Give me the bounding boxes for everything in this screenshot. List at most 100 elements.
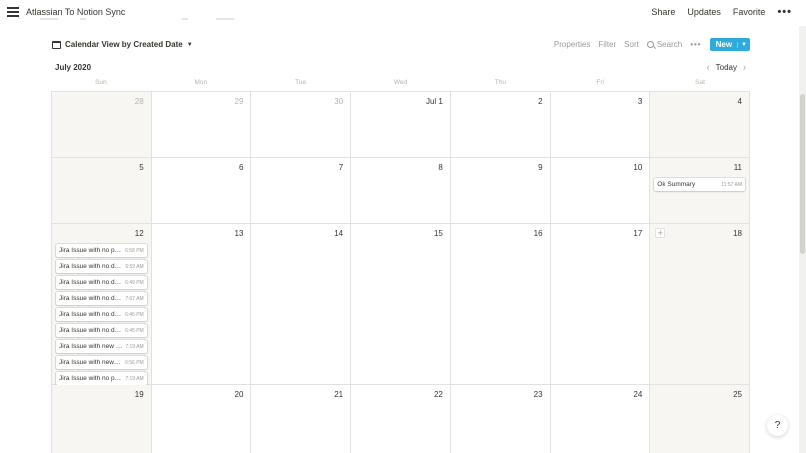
new-button[interactable]: New ▼ bbox=[709, 38, 750, 51]
event-title: Jira Issue with no de... bbox=[59, 279, 123, 286]
filter-button[interactable]: Filter bbox=[598, 40, 616, 49]
event-title: Jira Issue with new r... bbox=[59, 359, 123, 366]
calendar-day-cell[interactable]: 15 bbox=[351, 224, 451, 385]
event-time: 7:07 AM bbox=[125, 295, 144, 302]
day-number: 10 bbox=[633, 163, 643, 172]
chevron-right-icon[interactable]: › bbox=[743, 62, 746, 72]
sort-button[interactable]: Sort bbox=[624, 40, 639, 49]
calendar-day-cell[interactable]: 5 bbox=[52, 158, 152, 224]
calendar-day-cell[interactable]: 24 bbox=[550, 385, 651, 453]
day-number: 4 bbox=[737, 97, 742, 106]
day-number: 23 bbox=[533, 390, 543, 399]
help-button[interactable]: ? bbox=[767, 415, 788, 436]
event-card[interactable]: Jira Issue with no de... 6:59 AM bbox=[56, 260, 147, 273]
properties-button[interactable]: Properties bbox=[554, 40, 590, 49]
calendar-day-cell[interactable]: 29 bbox=[151, 92, 252, 158]
view-more-icon[interactable]: ••• bbox=[690, 40, 701, 49]
calendar-day-cell[interactable]: 22 bbox=[351, 385, 451, 453]
favorite-button[interactable]: Favorite bbox=[733, 7, 766, 17]
search-label: Search bbox=[656, 40, 683, 49]
event-card[interactable]: Jira Issue with no pri... 6:58 PM bbox=[56, 244, 147, 257]
month-title: July 2020 bbox=[55, 63, 92, 72]
calendar-day-cell[interactable]: 7 bbox=[251, 158, 352, 224]
add-event-button[interactable]: + bbox=[655, 228, 666, 238]
day-number: 24 bbox=[633, 390, 643, 399]
event-card[interactable]: Jira Issue with no pri... 7:19 AM bbox=[56, 372, 147, 385]
calendar-day-cell[interactable]: 13 bbox=[151, 224, 252, 385]
event-time: 11:57 AM bbox=[721, 181, 742, 188]
view-selector[interactable]: Calendar View by Created Date ▼ bbox=[52, 40, 193, 49]
event-time: 6:46 PM bbox=[125, 311, 144, 318]
month-navigation: ‹ Today › bbox=[707, 62, 746, 72]
calendar-day-cell[interactable]: 9 bbox=[450, 158, 551, 224]
event-card[interactable]: Jira Issue with no de... 6:45 PM bbox=[56, 324, 147, 337]
day-number: 8 bbox=[438, 163, 443, 172]
updates-button[interactable]: Updates bbox=[687, 7, 721, 17]
event-time: 7:19 AM bbox=[125, 375, 144, 382]
event-title: Jira Issue with no de... bbox=[59, 295, 123, 302]
day-number: Jul 1 bbox=[425, 97, 443, 106]
weekday-label: Wed bbox=[393, 79, 408, 86]
calendar-day-cell[interactable]: Jul 1 bbox=[351, 92, 451, 158]
day-number: 16 bbox=[533, 229, 543, 238]
day-number: 15 bbox=[433, 229, 443, 238]
event-card[interactable]: Ok Summary 11:57 AM bbox=[654, 178, 745, 191]
scrollbar[interactable] bbox=[799, 26, 806, 453]
more-icon[interactable]: ••• bbox=[777, 6, 792, 17]
calendar-day-cell[interactable]: 6 bbox=[151, 158, 252, 224]
event-card[interactable]: Jira Issue with no de... 6:46 PM bbox=[56, 308, 147, 321]
event-title: Jira Issue with no pri... bbox=[59, 247, 123, 254]
day-number: 30 bbox=[334, 97, 344, 106]
calendar-grid: 28 29 30 Jul 1 2 3 4 5 6 7 8 9 10 11 Ok Summary 11:57 A… bbox=[51, 91, 750, 453]
calendar-day-cell[interactable]: 16 bbox=[450, 224, 551, 385]
day-number: 29 bbox=[234, 97, 244, 106]
event-card[interactable]: Jira Issue with no de... 7:07 AM bbox=[56, 292, 147, 305]
menu-icon[interactable] bbox=[7, 6, 19, 17]
event-list: Ok Summary 11:57 AM bbox=[654, 178, 745, 191]
day-number: 9 bbox=[538, 163, 543, 172]
today-button[interactable]: Today bbox=[716, 63, 737, 72]
calendar-day-cell[interactable]: 19 bbox=[52, 385, 152, 453]
view-tools: Properties Filter Sort Search ••• New ▼ bbox=[554, 38, 750, 51]
calendar-day-cell[interactable]: 23 bbox=[450, 385, 551, 453]
day-number: 14 bbox=[334, 229, 344, 238]
top-bar: Atlassian To Notion Sync Share Updates F… bbox=[0, 0, 806, 26]
search-icon bbox=[646, 41, 654, 48]
calendar-day-cell[interactable]: 17 bbox=[550, 224, 651, 385]
calendar-day-cell[interactable]: +18 bbox=[650, 224, 750, 385]
view-toolbar: Calendar View by Created Date ▼ Properti… bbox=[52, 38, 750, 54]
calendar-day-cell[interactable]: 28 bbox=[52, 92, 152, 158]
calendar-day-cell[interactable]: 11 Ok Summary 11:57 AM bbox=[650, 158, 750, 224]
calendar-day-cell[interactable]: 20 bbox=[151, 385, 252, 453]
chevron-down-icon[interactable]: ▼ bbox=[737, 41, 750, 48]
day-number: 19 bbox=[134, 390, 144, 399]
event-card[interactable]: Jira Issue with no de... 6:49 PM bbox=[56, 276, 147, 289]
share-button[interactable]: Share bbox=[651, 7, 675, 17]
calendar-day-cell[interactable]: 4 bbox=[650, 92, 750, 158]
day-number: 25 bbox=[733, 390, 742, 399]
event-card[interactable]: Jira Issue with new r... 7:19 AM bbox=[56, 340, 147, 353]
event-card[interactable]: Jira Issue with new r... 6:56 PM bbox=[56, 356, 147, 369]
calendar-day-cell[interactable]: 2 bbox=[450, 92, 551, 158]
event-title: Jira Issue with no de... bbox=[59, 263, 123, 270]
event-title: Jira Issue with new r... bbox=[59, 343, 123, 350]
calendar-day-cell[interactable]: 10 bbox=[550, 158, 651, 224]
view-title: Calendar View by Created Date bbox=[65, 40, 183, 49]
weekday-label: Fri bbox=[596, 79, 604, 86]
calendar-day-cell[interactable]: 14 bbox=[251, 224, 352, 385]
calendar-day-cell[interactable]: 21 bbox=[251, 385, 352, 453]
calendar-day-cell[interactable]: 30 bbox=[251, 92, 352, 158]
chevron-left-icon[interactable]: ‹ bbox=[707, 62, 710, 72]
calendar-day-cell[interactable]: 8 bbox=[351, 158, 451, 224]
day-number: 17 bbox=[633, 229, 643, 238]
day-number: 7 bbox=[338, 163, 344, 172]
calendar-day-cell[interactable]: 3 bbox=[550, 92, 651, 158]
calendar-day-cell[interactable]: 25 bbox=[650, 385, 750, 453]
chevron-down-icon: ▼ bbox=[186, 41, 193, 48]
event-time: 7:19 AM bbox=[125, 343, 144, 350]
calendar-day-cell[interactable]: 12 Jira Issue with no pri... 6:58 PM Jira I… bbox=[52, 224, 152, 385]
weekday-label: Thu bbox=[494, 79, 506, 86]
search-button[interactable]: Search bbox=[646, 40, 683, 49]
scrollbar-thumb[interactable] bbox=[800, 94, 805, 254]
day-number: 5 bbox=[139, 163, 144, 172]
